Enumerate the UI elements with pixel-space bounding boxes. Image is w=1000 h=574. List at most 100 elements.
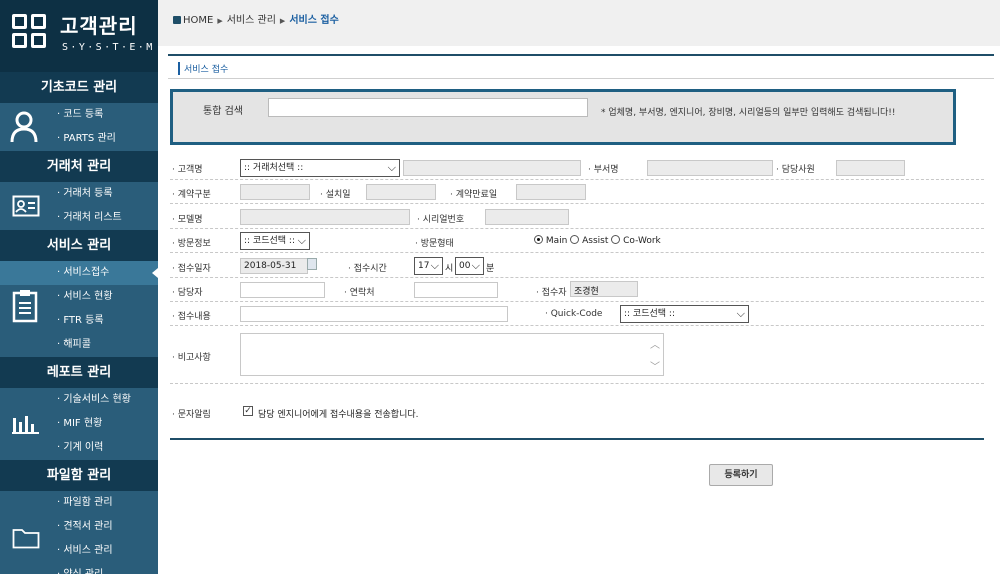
- contract-end-label: · 계약만료일: [450, 190, 498, 200]
- person-field[interactable]: [240, 282, 325, 298]
- chevron-down-icon: ⌵: [471, 259, 480, 272]
- sidebar-item-machine-history[interactable]: · 기계 이력: [57, 436, 158, 460]
- form-row-receipt: · 접수일자 2018-05-31 · 접수시간 17 ⌵ 시 00 ⌵ 분: [170, 253, 984, 278]
- hour-select[interactable]: 17 ⌵: [414, 257, 443, 275]
- form-row-model: · 모델명 · 시리얼번호: [170, 204, 984, 229]
- sidebar-section-client[interactable]: 거래처 관리: [0, 151, 158, 182]
- breadcrumb-separator-icon: ▶: [279, 17, 286, 25]
- breadcrumb-home[interactable]: HOME: [183, 15, 213, 26]
- sidebar-section-file[interactable]: 파일함 관리: [0, 460, 158, 491]
- contact-label: · 연락처: [344, 288, 375, 298]
- serial-field[interactable]: [485, 209, 569, 225]
- sidebar-item-client-register[interactable]: · 거래처 등록: [57, 182, 158, 206]
- user-icon: [10, 111, 38, 143]
- receipt-date-value: 2018-05-31: [244, 261, 297, 271]
- panel-top-border: [168, 54, 994, 56]
- remarks-label: · 비고사항: [172, 353, 211, 363]
- install-date-field[interactable]: [366, 184, 436, 200]
- sidebar-section-body: · 서비스접수 · 서비스 현황 · FTR 등록 · 해피콜: [0, 261, 158, 357]
- panel-title: 서비스 접수: [178, 62, 228, 75]
- sidebar-item-form-manage[interactable]: · 양식 관리: [57, 563, 158, 574]
- contract-end-field[interactable]: [516, 184, 586, 200]
- content-field[interactable]: [240, 306, 508, 322]
- sidebar-section-body: · 파일함 관리 · 견적서 관리 · 서비스 관리 · 양식 관리: [0, 491, 158, 574]
- clipboard-icon: [12, 290, 38, 323]
- radio-cowork-label: Co-Work: [623, 236, 661, 246]
- sms-label: · 문자알림: [172, 410, 211, 420]
- contact-card-icon: [12, 195, 40, 217]
- content-label: · 접수내용: [172, 312, 211, 322]
- form-row-contract: · 계약구분 · 설치일 · 계약만료일: [170, 180, 984, 204]
- scroll-up-icon[interactable]: ︿: [650, 336, 660, 351]
- minute-unit: 분: [486, 264, 495, 274]
- dept-field[interactable]: [647, 160, 773, 176]
- sidebar-item-mif-status[interactable]: · MIF 현황: [57, 412, 158, 436]
- sidebar-item-ftr-register[interactable]: · FTR 등록: [57, 309, 158, 333]
- customer-name-field[interactable]: [403, 160, 581, 176]
- hour-unit: 시: [445, 264, 454, 274]
- visit-info-select[interactable]: :: 코드선택 :: ⌵: [240, 232, 310, 250]
- sidebar-item-code-register[interactable]: · 코드 등록: [57, 103, 158, 127]
- person-label: · 담당자: [172, 288, 203, 298]
- sidebar-section-body: · 거래처 등록 · 거래처 리스트: [0, 182, 158, 230]
- quickcode-select-value: :: 코드선택 ::: [624, 309, 675, 319]
- sidebar-item-parts[interactable]: · PARTS 관리: [57, 127, 158, 151]
- customer-label: · 고객명: [172, 165, 203, 175]
- submit-button[interactable]: 등록하기: [709, 464, 773, 486]
- breadcrumb: HOME ▶ 서비스 관리 ▶ 서비스 접수: [173, 11, 339, 26]
- install-date-label: · 설치일: [320, 190, 351, 200]
- form-row-remarks: · 비고사항 ︿ ﹀: [170, 326, 984, 384]
- form-row-sms: · 문자알림 ✓ 담당 엔지니어에게 접수내용을 전송합니다.: [170, 394, 984, 434]
- sms-text: 담당 엔지니어에게 접수내용을 전송합니다.: [258, 410, 419, 420]
- home-icon: [173, 16, 181, 24]
- contact-field[interactable]: [414, 282, 498, 298]
- logo-title: 고객관리: [60, 14, 138, 38]
- remarks-textarea[interactable]: ︿ ﹀: [240, 333, 664, 376]
- quickcode-label: · Quick-Code: [545, 309, 603, 319]
- sidebar-item-service-manage[interactable]: · 서비스 관리: [57, 539, 158, 563]
- sidebar-section-body: · 기술서비스 현황 · MIF 현황 · 기계 이력: [0, 388, 158, 460]
- sidebar-section-report[interactable]: 레포트 관리: [0, 357, 158, 388]
- sidebar-item-service-receipt[interactable]: · 서비스접수: [0, 261, 158, 285]
- sidebar-item-client-list[interactable]: · 거래처 리스트: [57, 206, 158, 230]
- breadcrumb-current: 서비스 접수: [289, 15, 339, 26]
- visit-info-label: · 방문정보: [172, 239, 211, 249]
- sidebar-section-service[interactable]: 서비스 관리: [0, 230, 158, 261]
- search-input[interactable]: [268, 98, 588, 117]
- form-row-customer: · 고객명 :: 거래처선택 :: ⌵ · 부서명 · 담당사원: [170, 156, 984, 180]
- bar-chart-icon: [12, 416, 39, 434]
- contract-type-field[interactable]: [240, 184, 310, 200]
- manager-field[interactable]: [836, 160, 905, 176]
- radio-cowork[interactable]: [611, 235, 621, 244]
- breadcrumb-separator-icon: ▶: [217, 17, 223, 25]
- radio-main-label: Main: [545, 236, 568, 246]
- chevron-down-icon: ⌵: [430, 259, 439, 272]
- sidebar-item-service-status[interactable]: · 서비스 현황: [57, 285, 158, 309]
- model-label: · 모델명: [172, 215, 203, 225]
- model-field[interactable]: [240, 209, 410, 225]
- folder-icon: [12, 529, 40, 549]
- search-box: 통합 검색 * 업체명, 부서명, 엔지니어, 장비명, 시리얼등의 일부만 입…: [170, 89, 956, 145]
- minute-select[interactable]: 00 ⌵: [455, 257, 484, 275]
- visit-type-radio-group: Main Assist Co-Work: [534, 235, 661, 246]
- sidebar-item-happy-call[interactable]: · 해피콜: [57, 333, 158, 357]
- quickcode-select[interactable]: :: 코드선택 :: ⌵: [620, 305, 749, 323]
- sidebar-item-file-manage[interactable]: · 파일함 관리: [57, 491, 158, 515]
- sidebar-item-tech-status[interactable]: · 기술서비스 현황: [57, 388, 158, 412]
- manager-label: · 담당사원: [776, 165, 815, 175]
- customer-select[interactable]: :: 거래처선택 :: ⌵: [240, 159, 400, 177]
- breadcrumb-level1[interactable]: 서비스 관리: [227, 15, 276, 26]
- radio-main[interactable]: [534, 235, 543, 244]
- form-row-visit: · 방문정보 :: 코드선택 :: ⌵ · 방문형태 Main Assist Co…: [170, 229, 984, 253]
- scroll-down-icon[interactable]: ﹀: [650, 358, 660, 373]
- sidebar: 고객관리 S·Y·S·T·E·M 기초코드 관리 · 코드 등록 · PARTS…: [0, 0, 158, 574]
- top-bar: HOME ▶ 서비스 관리 ▶ 서비스 접수: [158, 0, 1000, 46]
- sidebar-section-basic-code[interactable]: 기초코드 관리: [0, 72, 158, 103]
- sidebar-item-estimate[interactable]: · 견적서 관리: [57, 515, 158, 539]
- radio-assist[interactable]: [570, 235, 580, 244]
- sms-checkbox[interactable]: ✓: [243, 406, 253, 416]
- minute-select-value: 00: [459, 261, 471, 271]
- form-bottom-border: [170, 438, 984, 440]
- calendar-icon[interactable]: [307, 258, 317, 270]
- customer-select-value: :: 거래처선택 ::: [244, 163, 304, 173]
